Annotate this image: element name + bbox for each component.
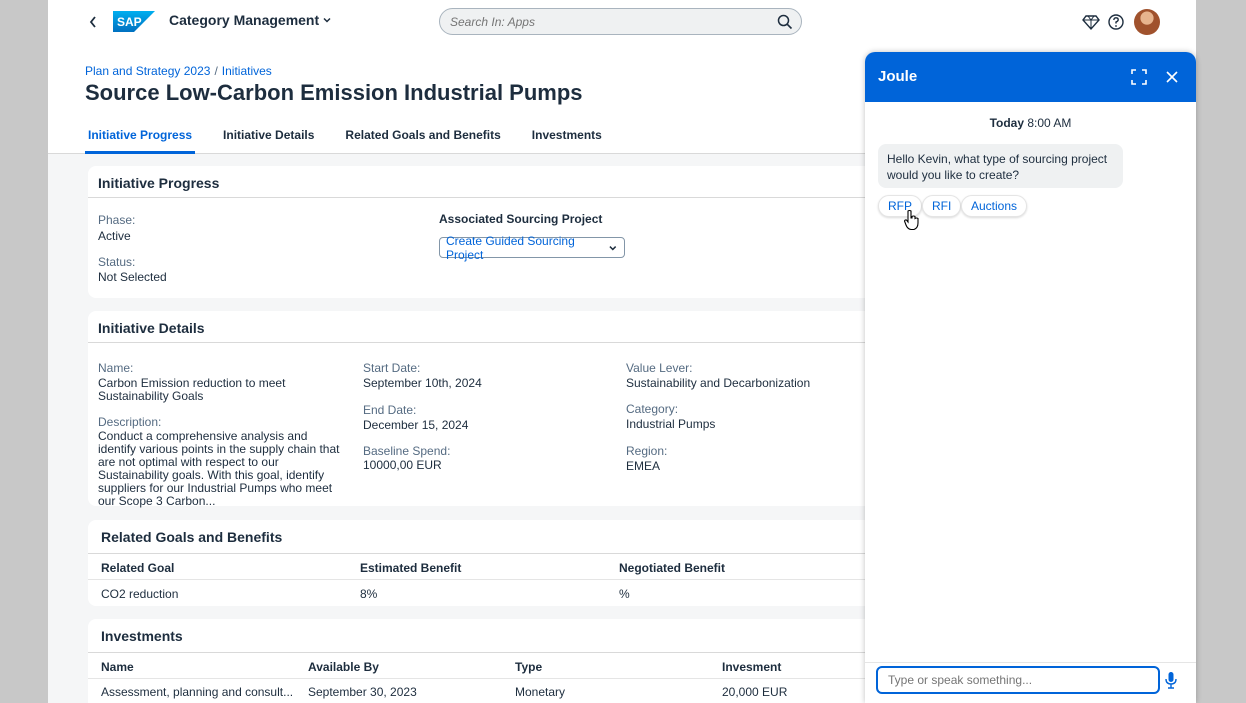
table-cell: % <box>619 587 630 601</box>
value-lever-label: Value Lever: <box>626 361 693 375</box>
back-button[interactable] <box>86 12 100 30</box>
breadcrumb-link-initiatives[interactable]: Initiatives <box>222 64 272 78</box>
name-value: Carbon Emission reduction to meet Sustai… <box>98 376 286 403</box>
chevron-left-icon <box>89 16 96 28</box>
end-date-value: December 15, 2024 <box>363 418 469 432</box>
timestamp-day: Today <box>989 116 1025 130</box>
microphone-icon[interactable] <box>1163 671 1179 689</box>
option-auctions-button[interactable]: Auctions <box>961 195 1028 217</box>
close-icon[interactable] <box>1163 68 1181 86</box>
column-header: Estimated Benefit <box>360 561 462 575</box>
page-title: Source Low-Carbon Emission Industrial Pu… <box>85 80 583 105</box>
joule-input-bar <box>865 662 1196 703</box>
search-icon[interactable] <box>777 14 793 30</box>
column-header: Type <box>515 660 543 674</box>
joule-title: Joule <box>878 68 918 85</box>
joule-panel: Joule Today 8:00 AM Hello Kevin, what ty… <box>865 52 1196 703</box>
tab-initiative-details[interactable]: Initiative Details <box>220 122 317 154</box>
create-sourcing-project-button[interactable]: Create Guided Sourcing Project <box>439 234 625 262</box>
value-lever-value: Sustainability and Decarbonization <box>626 376 811 390</box>
breadcrumb-link-plan[interactable]: Plan and Strategy 2023 <box>85 64 210 78</box>
search-field[interactable] <box>439 8 802 35</box>
table-cell: Assessment, planning and consult... <box>101 685 294 699</box>
description-label: Description: <box>98 415 162 429</box>
table-cell: CO2 reduction <box>101 587 179 601</box>
column-header: Invesment <box>722 660 782 674</box>
name-label: Name: <box>98 361 134 375</box>
help-icon[interactable] <box>1107 13 1125 31</box>
region-value: EMEA <box>626 459 661 473</box>
sap-logo: SAP <box>113 11 155 32</box>
timestamp-time: 8:00 AM <box>1027 116 1072 130</box>
hand-pointer-icon <box>903 209 919 231</box>
breadcrumb-separator: / <box>214 64 218 78</box>
assistant-message: Hello Kevin, what type of sourcing proje… <box>878 144 1123 188</box>
column-header: Available By <box>308 660 379 674</box>
status-value: Not Selected <box>98 270 167 284</box>
expand-icon[interactable] <box>1130 68 1148 86</box>
joule-header: Joule <box>865 52 1196 102</box>
phase-value: Active <box>98 229 131 243</box>
phase-label: Phase: <box>98 213 136 227</box>
app-title-menu[interactable]: Category Management <box>169 12 332 28</box>
create-sourcing-project-label: Create Guided Sourcing Project <box>446 233 575 262</box>
column-header: Name <box>101 660 134 674</box>
option-rfi-button[interactable]: RFI <box>922 195 962 217</box>
diamond-icon[interactable] <box>1082 13 1100 31</box>
table-cell: 8% <box>360 587 378 601</box>
tab-related-goals[interactable]: Related Goals and Benefits <box>342 122 503 154</box>
baseline-spend-label: Baseline Spend: <box>363 444 451 458</box>
category-label: Category: <box>626 402 679 416</box>
tab-investments[interactable]: Investments <box>529 122 605 154</box>
start-date-value: September 10th, 2024 <box>363 376 482 390</box>
joule-message-input[interactable] <box>876 666 1160 694</box>
column-header: Related Goal <box>101 561 175 575</box>
description-value: Conduct a comprehensive analysis and ide… <box>98 429 340 508</box>
baseline-spend-value: 10000,00 EUR <box>363 458 442 472</box>
end-date-label: End Date: <box>363 403 417 417</box>
app-title: Category Management <box>169 12 320 28</box>
table-cell: Monetary <box>515 685 566 699</box>
chevron-down-icon <box>323 17 331 23</box>
associated-project-label: Associated Sourcing Project <box>439 212 603 226</box>
table-cell: September 30, 2023 <box>308 685 417 699</box>
status-label: Status: <box>98 255 136 269</box>
shell-bar: SAP Category Management <box>48 0 1196 44</box>
tab-bar: Initiative Progress Initiative Details R… <box>85 122 630 154</box>
column-header: Negotiated Benefit <box>619 561 726 575</box>
user-avatar[interactable] <box>1134 9 1160 35</box>
tab-initiative-progress[interactable]: Initiative Progress <box>85 122 196 154</box>
table-cell: 20,000 EUR <box>722 685 788 699</box>
region-label: Region: <box>626 444 668 458</box>
category-value: Industrial Pumps <box>626 417 716 431</box>
message-timestamp: Today 8:00 AM <box>865 116 1196 130</box>
search-input[interactable] <box>450 13 770 31</box>
chevron-down-icon <box>609 245 617 250</box>
sap-logo-text: SAP <box>117 15 142 29</box>
start-date-label: Start Date: <box>363 361 421 375</box>
breadcrumb: Plan and Strategy 2023 / Initiatives <box>85 64 272 78</box>
